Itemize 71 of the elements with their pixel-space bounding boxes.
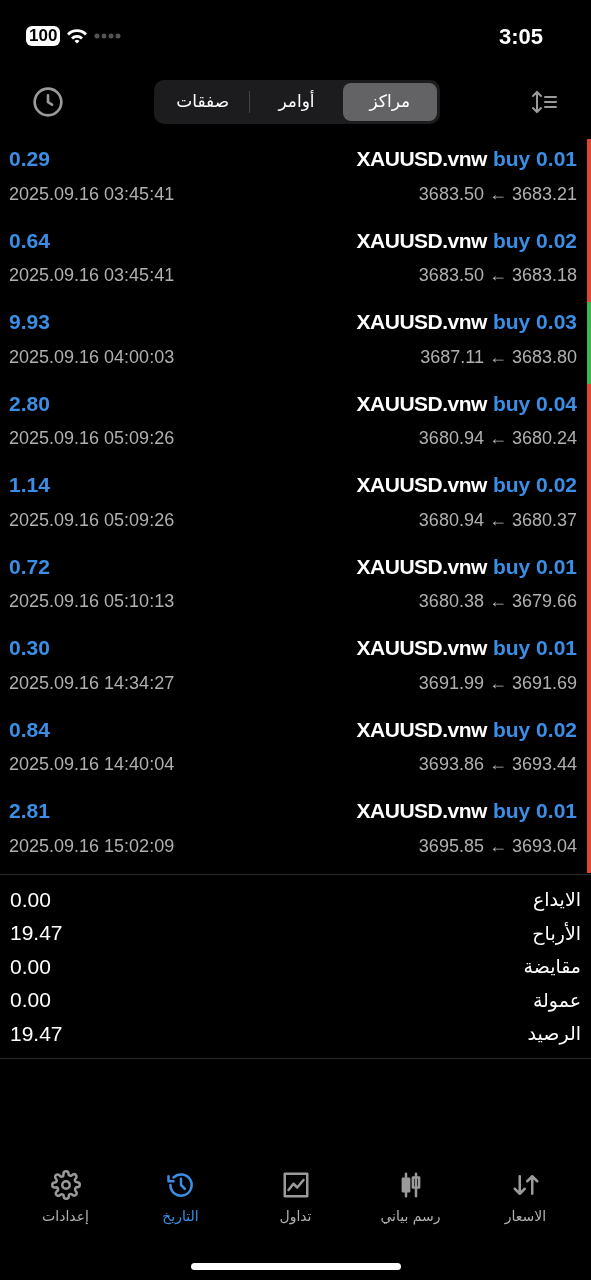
price-change: 3683.50 ← 3683.18 xyxy=(418,264,577,287)
price-change: 3680.94 ← 3680.37 xyxy=(418,508,577,532)
symbol-name: XAUUSD.vnw xyxy=(356,390,487,417)
clock-time: 3:05 xyxy=(498,22,543,51)
nav-tab[interactable]: رسم بياني xyxy=(360,1170,461,1227)
segment-tab[interactable]: أوامر xyxy=(249,83,344,121)
symbol-name: XAUUSD.vnw xyxy=(356,635,487,661)
signal-icon xyxy=(94,33,123,39)
summary-value: 19.47 xyxy=(10,1020,63,1047)
price-change: 3695.85 ← 3693.04 xyxy=(418,834,577,858)
summary-value: 19.47 xyxy=(10,920,63,946)
symbol-name: XAUUSD.vnw xyxy=(356,553,487,580)
profit-value: 0.84 xyxy=(9,716,51,743)
summary-label: عمولة xyxy=(532,987,581,1014)
clock-icon[interactable] xyxy=(32,86,64,118)
profit-value: 0.72 xyxy=(9,553,51,580)
profit-value: 2.80 xyxy=(9,390,51,417)
order-type: buy 0.01 xyxy=(492,553,577,580)
summary-label: الأرباح xyxy=(532,920,581,947)
nav-tab[interactable]: التاريخ xyxy=(130,1170,231,1227)
open-time: 2025.09.16 14:40:04 xyxy=(9,753,175,776)
symbol-name: XAUUSD.vnw xyxy=(356,798,487,824)
open-time: 2025.09.16 05:09:26 xyxy=(9,508,175,532)
order-type: buy 0.02 xyxy=(492,227,577,254)
price-change: 3693.86 ← 3693.44 xyxy=(418,753,577,776)
order-type: buy 0.01 xyxy=(492,146,577,172)
summary-value: 0.00 xyxy=(10,987,51,1013)
profit-value: 1.14 xyxy=(9,472,51,498)
battery-level: 100 xyxy=(26,26,61,46)
symbol-name: XAUUSD.vnw xyxy=(356,716,487,743)
profit-value: 9.93 xyxy=(9,309,51,335)
symbol-name: XAUUSD.vnw xyxy=(356,309,487,335)
profit-value: 0.29 xyxy=(9,146,51,172)
summary-label: مقايضة xyxy=(523,954,581,979)
symbol-name: XAUUSD.vnw xyxy=(356,227,487,254)
profit-value: 2.81 xyxy=(9,798,51,824)
open-time: 2025.09.16 03:45:41 xyxy=(9,182,175,206)
price-change: 3691.99 ← 3691.69 xyxy=(418,671,577,695)
open-time: 2025.09.16 05:10:13 xyxy=(9,590,175,613)
order-type: buy 0.04 xyxy=(492,390,577,417)
order-type: buy 0.02 xyxy=(492,472,577,498)
order-type: buy 0.02 xyxy=(492,716,577,743)
wifi-icon xyxy=(66,28,89,44)
segment-tab[interactable]: مراكز xyxy=(343,83,437,121)
order-type: buy 0.01 xyxy=(492,635,577,661)
sort-icon[interactable] xyxy=(529,90,559,114)
open-time: 2025.09.16 14:34:27 xyxy=(9,671,175,695)
settings-icon xyxy=(50,1170,81,1200)
open-time: 2025.09.16 04:00:03 xyxy=(9,345,175,369)
history-icon xyxy=(165,1170,196,1200)
open-time: 2025.09.16 03:45:41 xyxy=(9,264,175,287)
summary-label: الايداع xyxy=(533,887,581,913)
order-type: buy 0.03 xyxy=(492,309,577,335)
open-time: 2025.09.16 05:09:26 xyxy=(9,427,175,450)
profit-value: 0.64 xyxy=(9,227,51,254)
order-type: buy 0.01 xyxy=(492,798,577,824)
open-time: 2025.09.16 15:02:09 xyxy=(9,834,175,858)
nav-tab[interactable]: تداول xyxy=(245,1170,346,1227)
symbol-name: XAUUSD.vnw xyxy=(356,146,487,172)
segment-tab[interactable]: صفقات xyxy=(156,83,249,121)
summary-value: 0.00 xyxy=(10,886,51,913)
price-change: 3687.11 ← 3683.80 xyxy=(420,345,577,369)
nav-tab[interactable]: إعدادات xyxy=(15,1170,116,1227)
price-change: 3680.94 ← 3680.24 xyxy=(418,427,577,450)
price-change: 3683.50 ← 3683.21 xyxy=(418,182,577,206)
nav-tab[interactable]: الاسعار xyxy=(475,1170,576,1227)
symbol-name: XAUUSD.vnw xyxy=(356,472,487,498)
profit-value: 0.30 xyxy=(9,635,51,661)
price-change: 3680.38 ← 3679.66 xyxy=(418,590,577,613)
summary-value: 0.00 xyxy=(10,953,51,980)
summary-label: الرصيد xyxy=(527,1021,581,1047)
